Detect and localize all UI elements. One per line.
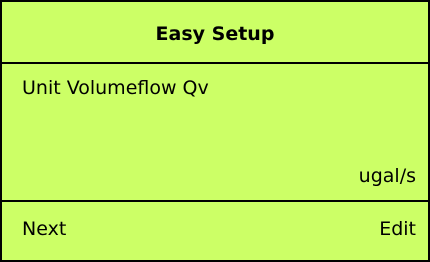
next-softkey[interactable]: Next [22,217,66,241]
edit-softkey[interactable]: Edit [379,217,416,241]
parameter-value: ugal/s [358,165,416,187]
softkey-divider [2,200,428,202]
lcd-display: Easy Setup Unit Volumeflow Qv ugal/s Nex… [0,0,430,262]
header-divider [2,62,428,64]
screen-title: Easy Setup [155,23,275,45]
parameter-label: Unit Volumeflow Qv [22,77,209,99]
